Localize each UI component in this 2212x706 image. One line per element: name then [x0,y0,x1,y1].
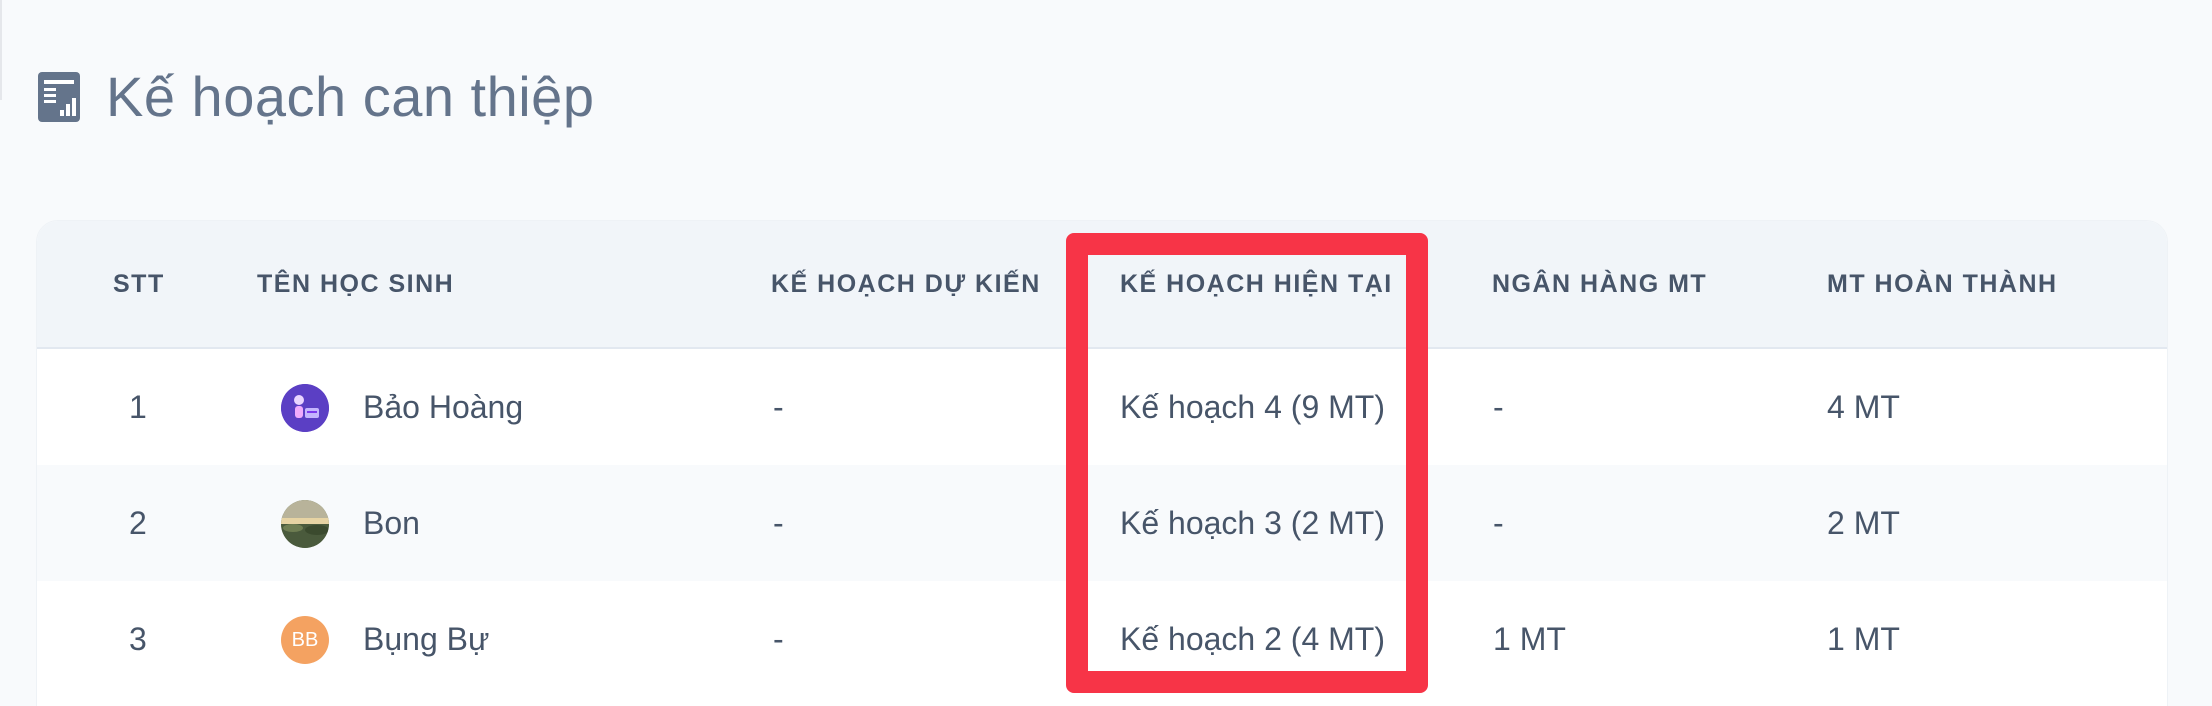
goal-bank: - [1493,505,1504,541]
table-row[interactable]: 1 Bảo Hoàng - Kế hoạch 4 (9 MT) - 4 MT [37,349,2167,465]
avatar [281,384,329,432]
student-name[interactable]: Bon [363,465,420,581]
column-header-planned-plan[interactable]: KẾ HOẠCH DỰ KIẾN [771,221,1041,347]
current-plan[interactable]: Kế hoạch 4 (9 MT) [1120,349,1385,465]
column-header-current-plan[interactable]: KẾ HOẠCH HIỆN TẠI [1120,221,1393,347]
planned-plan: - [773,389,784,425]
row-index: 2 [129,505,147,541]
cartoon-avatar-icon [281,384,329,432]
current-plan[interactable]: Kế hoạch 2 (4 MT) [1120,581,1385,697]
current-plan[interactable]: Kế hoạch 3 (2 MT) [1120,465,1385,581]
row-index: 3 [129,621,147,657]
row-index: 1 [129,389,147,425]
column-header-student-name[interactable]: TÊN HỌC SINH [257,221,454,347]
goal-bank: - [1493,389,1504,425]
column-header-goal-bank[interactable]: NGÂN HÀNG MT [1492,221,1707,347]
avatar: BB [281,616,329,664]
landscape-photo-icon [281,500,329,548]
completed-goals: 4 MT [1827,389,1900,425]
page-header: Kế hoạch can thiệp [38,62,594,132]
column-header-completed-goals[interactable]: MT HOÀN THÀNH [1827,221,2058,347]
table-header: STT TÊN HỌC SINH KẾ HOẠCH DỰ KIẾN KẾ HOẠ… [37,221,2167,349]
student-name[interactable]: Bảo Hoàng [363,349,523,465]
table-row[interactable]: 2 Bon - Kế hoạch 3 (2 MT) - 2 MT [37,465,2167,581]
column-header-stt[interactable]: STT [113,221,165,347]
completed-goals: 1 MT [1827,621,1900,657]
completed-goals: 2 MT [1827,505,1900,541]
report-chart-icon [38,72,80,122]
page-title: Kế hoạch can thiệp [106,65,595,128]
intervention-plan-page: Kế hoạch can thiệp STT TÊN HỌC SINH KẾ H… [0,0,2212,706]
avatar [281,500,329,548]
students-plan-table: STT TÊN HỌC SINH KẾ HOẠCH DỰ KIẾN KẾ HOẠ… [36,220,2168,706]
student-name[interactable]: Bụng Bự [363,581,489,697]
sidebar-edge [0,0,2,100]
goal-bank: 1 MT [1493,621,1566,657]
table-row[interactable]: 3 BB Bụng Bự - Kế hoạch 2 (4 MT) 1 MT 1 … [37,581,2167,697]
planned-plan: - [773,505,784,541]
planned-plan: - [773,621,784,657]
